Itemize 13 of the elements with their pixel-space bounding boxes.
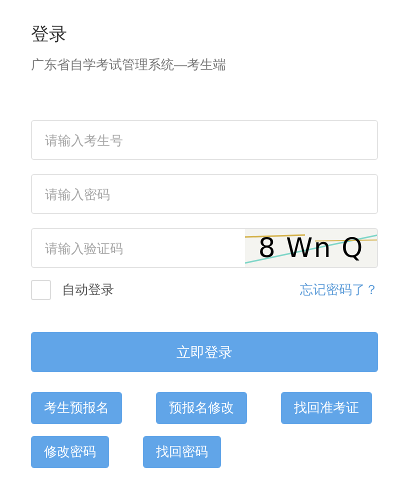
forgot-password-link[interactable]: 忘记密码了？ — [300, 280, 378, 300]
action-button[interactable]: 找回密码 — [143, 436, 221, 468]
input-field[interactable]: 请输入考生号 — [31, 120, 378, 160]
action-button[interactable]: 找回准考证 — [281, 392, 372, 424]
page-title: 登录 — [31, 23, 67, 46]
checkbox[interactable] — [31, 280, 51, 300]
action-button[interactable]: 修改密码 — [31, 436, 109, 468]
input-field[interactable]: 请输入密码 — [31, 174, 378, 214]
checkbox-label: 自动登录 — [62, 281, 114, 300]
action-button[interactable]: 预报名修改 — [156, 392, 247, 424]
subtitle: 广东省自学考试管理系统—考生端 — [31, 56, 226, 74]
login-button[interactable]: 立即登录 — [31, 332, 378, 372]
action-button[interactable]: 考生预报名 — [31, 392, 122, 424]
